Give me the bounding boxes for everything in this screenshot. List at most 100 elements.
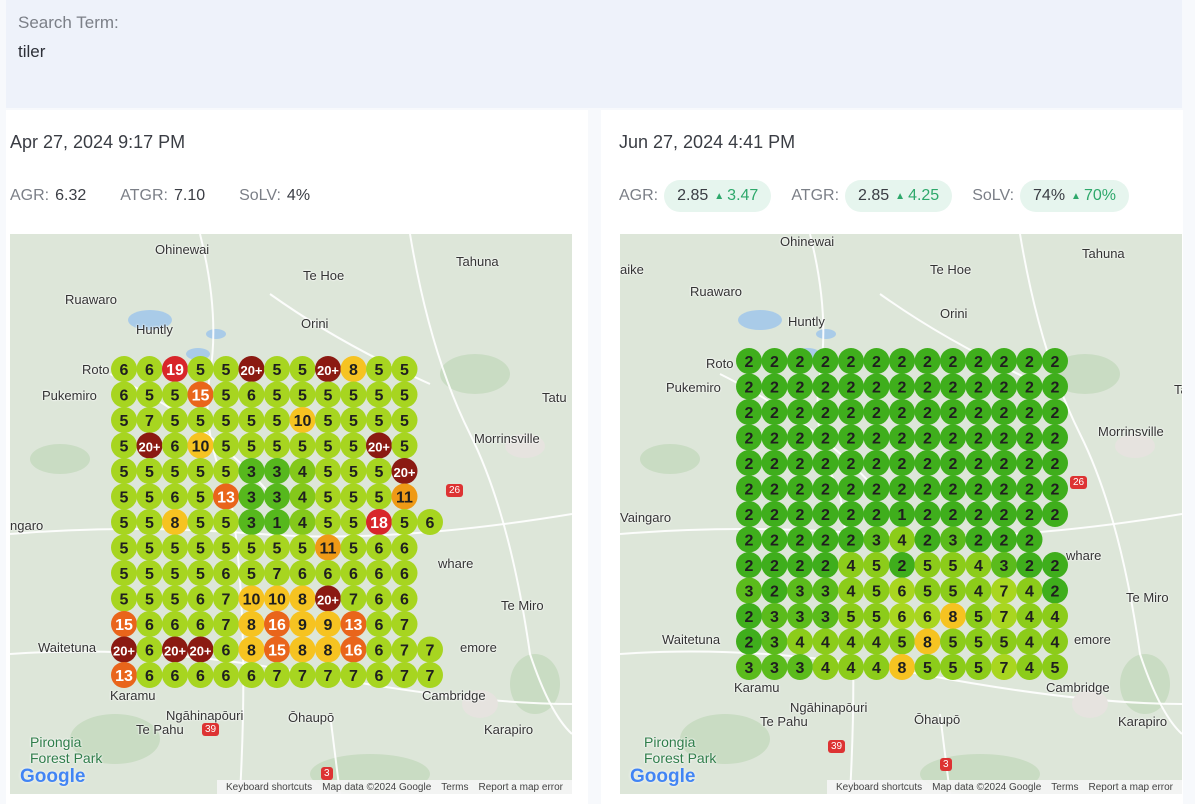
rank-pin[interactable]: 4 [965, 552, 992, 578]
rank-pin[interactable]: 2 [812, 373, 839, 400]
rank-pin[interactable]: 2 [889, 348, 915, 374]
rank-pin[interactable]: 4 [1016, 577, 1043, 604]
rank-pin[interactable]: 19 [162, 356, 188, 382]
rank-pin[interactable]: 2 [1042, 348, 1068, 374]
rank-pin[interactable]: 7 [136, 407, 163, 433]
rank-pin[interactable]: 5 [264, 407, 290, 433]
rank-pin[interactable]: 6 [111, 381, 137, 408]
rank-pin[interactable]: 2 [736, 501, 762, 527]
rank-pin[interactable]: 8 [238, 636, 265, 663]
rank-pin[interactable]: 3 [238, 483, 265, 510]
rank-pin[interactable]: 6 [366, 611, 392, 637]
rank-pin[interactable]: 20+ [136, 432, 163, 459]
rank-pin[interactable]: 2 [940, 501, 966, 527]
rank-pin[interactable]: 10 [289, 407, 316, 433]
rank-pin[interactable]: 5 [136, 509, 163, 535]
rank-pin[interactable]: 2 [812, 475, 839, 502]
rank-pin[interactable]: 16 [340, 636, 367, 663]
rank-pin[interactable]: 7 [991, 603, 1017, 629]
rank-pin[interactable]: 2 [812, 501, 839, 527]
rank-pin[interactable]: 2 [1016, 450, 1043, 476]
rank-pin[interactable]: 3 [238, 509, 265, 535]
rank-grid-map[interactable]: 6 6 19 5 5 20+ 5 5 20+ 8 5 5 6 5 5 15 5 6 5 5 5 5 5 5 5 7 5 5 5 5 5 10 5… [10, 234, 572, 794]
rank-pin[interactable]: 2 [1016, 526, 1043, 553]
rank-pin[interactable]: 5 [238, 432, 265, 459]
rank-pin[interactable]: 3 [812, 577, 839, 604]
rank-pin[interactable]: 6 [111, 356, 137, 382]
rank-pin[interactable]: 2 [965, 450, 992, 476]
rank-pin[interactable]: 6 [340, 560, 367, 586]
rank-pin[interactable]: 5 [162, 407, 188, 433]
rank-pin[interactable]: 2 [736, 348, 762, 374]
rank-pin[interactable]: 5 [111, 509, 137, 535]
rank-pin[interactable]: 4 [965, 577, 992, 604]
rank-pin[interactable]: 2 [1042, 399, 1068, 425]
rank-pin[interactable]: 4 [1016, 654, 1043, 680]
rank-pin[interactable]: 5 [213, 509, 239, 535]
rank-pin[interactable]: 4 [289, 483, 316, 510]
rank-pin[interactable]: 6 [417, 509, 443, 535]
map-footer-link[interactable]: Report a map error [1089, 782, 1173, 793]
rank-pin[interactable]: 6 [213, 560, 239, 586]
rank-pin[interactable]: 5 [863, 552, 890, 578]
rank-pin[interactable]: 5 [162, 458, 188, 484]
map-footer-link[interactable]: Terms [1051, 782, 1078, 793]
rank-pin[interactable]: 18 [366, 509, 392, 535]
rank-pin[interactable]: 5 [111, 585, 137, 612]
rank-pin[interactable]: 15 [187, 381, 214, 408]
rank-pin[interactable]: 2 [812, 526, 839, 553]
rank-pin[interactable]: 2 [812, 424, 839, 451]
rank-pin[interactable]: 2 [787, 424, 813, 451]
rank-pin[interactable]: 5 [187, 407, 214, 433]
rank-pin[interactable]: 2 [736, 424, 762, 451]
rank-pin[interactable]: 2 [1016, 373, 1043, 400]
rank-pin[interactable]: 4 [1042, 628, 1068, 655]
rank-pin[interactable]: 5 [111, 483, 137, 510]
rank-pin[interactable]: 20+ [391, 458, 418, 484]
rank-pin[interactable]: 2 [812, 552, 839, 578]
rank-pin[interactable]: 2 [838, 475, 864, 502]
rank-pin[interactable]: 2 [991, 501, 1017, 527]
rank-pin[interactable]: 2 [787, 348, 813, 374]
rank-pin[interactable]: 5 [391, 356, 418, 382]
rank-pin[interactable]: 11 [391, 483, 418, 510]
rank-pin[interactable]: 4 [1016, 628, 1043, 655]
rank-pin[interactable]: 6 [136, 356, 163, 382]
rank-pin[interactable]: 2 [761, 373, 788, 400]
rank-pin[interactable]: 15 [264, 636, 290, 663]
rank-pin[interactable]: 6 [162, 432, 188, 459]
rank-pin[interactable]: 3 [863, 526, 890, 553]
rank-pin[interactable]: 2 [991, 424, 1017, 451]
rank-pin[interactable]: 2 [1016, 501, 1043, 527]
rank-pin[interactable]: 5 [391, 432, 418, 459]
map-footer-link[interactable]: Report a map error [479, 782, 563, 793]
rank-pin[interactable]: 5 [162, 534, 188, 561]
rank-pin[interactable]: 5 [111, 458, 137, 484]
rank-pin[interactable]: 7 [213, 585, 239, 612]
rank-pin[interactable]: 6 [238, 662, 265, 688]
rank-pin[interactable]: 2 [761, 399, 788, 425]
rank-pin[interactable]: 4 [889, 526, 915, 553]
rank-pin[interactable]: 2 [1016, 399, 1043, 425]
rank-pin[interactable]: 2 [1042, 373, 1068, 400]
rank-pin[interactable]: 5 [213, 407, 239, 433]
rank-pin[interactable]: 2 [761, 526, 788, 553]
rank-pin[interactable]: 3 [736, 654, 762, 680]
rank-pin[interactable]: 8 [914, 628, 941, 655]
rank-pin[interactable]: 5 [315, 509, 341, 535]
rank-pin[interactable]: 1 [264, 509, 290, 535]
rank-pin[interactable]: 5 [289, 432, 316, 459]
rank-pin[interactable]: 7 [391, 611, 418, 637]
rank-pin[interactable]: 6 [315, 560, 341, 586]
rank-pin[interactable]: 6 [889, 603, 915, 629]
rank-pin[interactable]: 5 [965, 603, 992, 629]
rank-pin[interactable]: 2 [991, 450, 1017, 476]
rank-pin[interactable]: 2 [965, 399, 992, 425]
rank-pin[interactable]: 3 [761, 603, 788, 629]
rank-pin[interactable]: 15 [111, 611, 137, 637]
rank-pin[interactable]: 5 [340, 458, 367, 484]
rank-pin[interactable]: 2 [940, 399, 966, 425]
rank-pin[interactable]: 8 [289, 585, 316, 612]
rank-pin[interactable]: 2 [940, 348, 966, 374]
rank-pin[interactable]: 5 [940, 552, 966, 578]
